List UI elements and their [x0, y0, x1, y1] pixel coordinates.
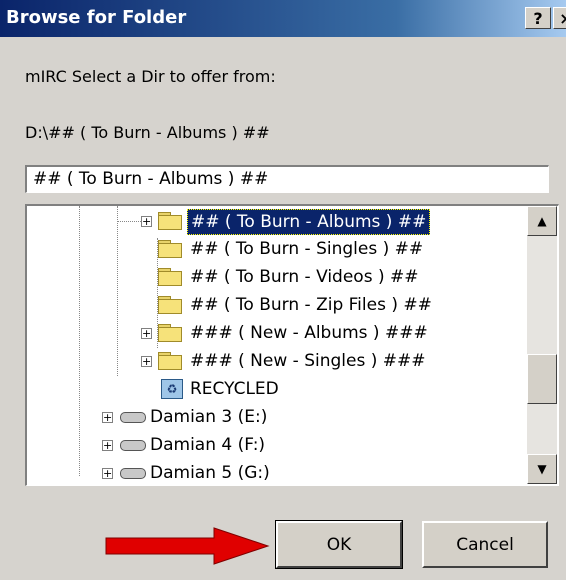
tree-item-label: ## ( To Burn - Albums ) ##: [187, 209, 431, 235]
tree-item-new-singles[interactable]: + ### ( New - Singles ) ###: [27, 348, 517, 374]
expand-icon[interactable]: +: [102, 440, 113, 451]
tree-item-recycled[interactable]: ♻ RECYCLED: [27, 376, 517, 402]
cancel-button[interactable]: Cancel: [422, 521, 548, 568]
tree-item-label: Damian 4 (F:): [150, 435, 266, 455]
expand-icon[interactable]: +: [141, 328, 152, 339]
tree-item-label: ## ( To Burn - Zip Files ) ##: [190, 295, 432, 315]
folder-icon: [158, 296, 182, 314]
title-bar[interactable]: Browse for Folder ? ×: [0, 0, 566, 37]
tree-item-label: Damian 5 (G:): [150, 463, 270, 483]
tree-item-label: Damian 3 (E:): [150, 407, 268, 427]
tree-item-label: ### ( New - Singles ) ###: [190, 351, 426, 371]
drive-icon: [120, 468, 146, 479]
folder-icon: [158, 240, 182, 258]
tree-item-label: ## ( To Burn - Singles ) ##: [190, 239, 424, 259]
folder-tree[interactable]: + ## ( To Burn - Albums ) ## ## ( To Bur…: [25, 204, 559, 486]
close-button[interactable]: ×: [553, 7, 566, 29]
folder-icon: [158, 212, 182, 230]
tree-item-label: RECYCLED: [190, 379, 279, 399]
expand-icon[interactable]: +: [102, 468, 113, 479]
expand-icon[interactable]: +: [141, 216, 152, 227]
folder-name-field[interactable]: ## ( To Burn - Albums ) ##: [25, 165, 549, 193]
tree-item-damian-3[interactable]: + Damian 3 (E:): [27, 404, 517, 430]
tree-item-damian-5[interactable]: + Damian 5 (G:): [27, 460, 517, 485]
expand-icon[interactable]: +: [102, 412, 113, 423]
recycle-bin-icon: ♻: [161, 379, 183, 399]
tree-item-new-albums[interactable]: + ### ( New - Albums ) ###: [27, 320, 517, 346]
help-button[interactable]: ?: [525, 7, 551, 29]
folder-icon: [158, 268, 182, 286]
window-title: Browse for Folder: [6, 7, 187, 28]
tree-item-to-burn-singles[interactable]: ## ( To Burn - Singles ) ##: [27, 236, 517, 262]
folder-icon: [158, 324, 182, 342]
ok-button[interactable]: OK: [275, 520, 403, 569]
tree-item-label: ## ( To Burn - Videos ) ##: [190, 267, 419, 287]
expand-icon[interactable]: +: [141, 356, 152, 367]
scrollbar-thumb[interactable]: [527, 354, 557, 404]
scroll-down-button[interactable]: ▼: [527, 454, 557, 484]
scroll-up-button[interactable]: ▲: [527, 206, 557, 236]
red-arrow-icon: [105, 527, 270, 565]
tree-item-label: ### ( New - Albums ) ###: [190, 323, 428, 343]
browse-for-folder-dialog: Browse for Folder ? × mIRC Select a Dir …: [0, 0, 566, 580]
drive-icon: [120, 412, 146, 423]
tree-item-to-burn-videos[interactable]: ## ( To Burn - Videos ) ##: [27, 264, 517, 290]
vertical-scrollbar[interactable]: ▲ ▼: [527, 206, 557, 484]
tree-item-damian-4[interactable]: + Damian 4 (F:): [27, 432, 517, 458]
prompt-text: mIRC Select a Dir to offer from:: [25, 67, 276, 86]
current-path: D:\## ( To Burn - Albums ) ##: [25, 123, 270, 142]
tree-item-to-burn-zip-files[interactable]: ## ( To Burn - Zip Files ) ##: [27, 292, 517, 318]
drive-icon: [120, 440, 146, 451]
tree-item-to-burn-albums[interactable]: + ## ( To Burn - Albums ) ##: [27, 208, 517, 235]
folder-icon: [158, 352, 182, 370]
